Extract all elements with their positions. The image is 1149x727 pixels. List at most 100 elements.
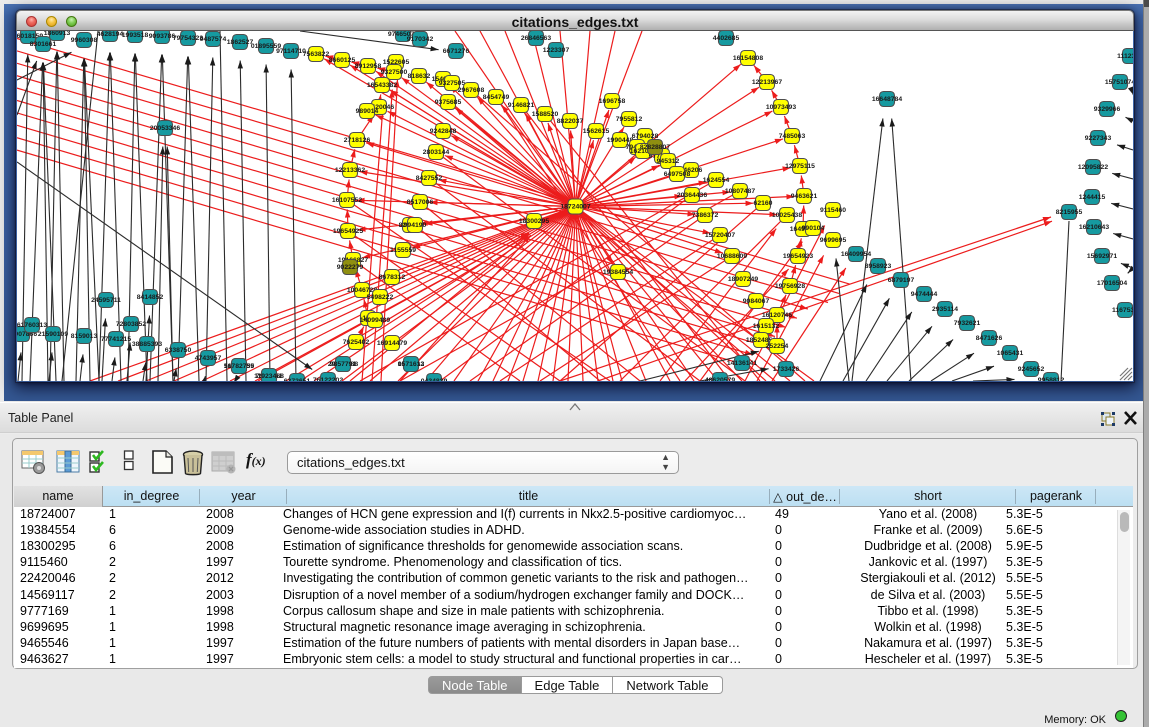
svg-text:4402685: 4402685 <box>713 35 740 42</box>
svg-text:8822037: 8822037 <box>557 118 584 125</box>
svg-text:6372651: 6372651 <box>284 378 311 381</box>
svg-text:24595711: 24595711 <box>91 297 121 304</box>
svg-text:1571612: 1571612 <box>398 361 425 368</box>
svg-text:19654923: 19654923 <box>783 253 813 260</box>
svg-text:21590109: 21590109 <box>38 331 68 338</box>
svg-text:1860913: 1860913 <box>44 31 71 37</box>
svg-text:1155559: 1155559 <box>390 247 416 254</box>
svg-text:8912958: 8912958 <box>355 63 382 70</box>
svg-text:9474444: 9474444 <box>911 291 938 298</box>
svg-text:2935114: 2935114 <box>932 306 958 313</box>
svg-text:19654925: 19654925 <box>333 228 363 235</box>
svg-text:1223307: 1223307 <box>543 47 570 54</box>
svg-text:8958923: 8958923 <box>865 263 892 270</box>
svg-text:8414852: 8414852 <box>137 294 164 301</box>
svg-text:1615132: 1615132 <box>753 323 780 330</box>
svg-text:6338750: 6338750 <box>165 347 192 354</box>
svg-text:61760313: 61760313 <box>17 322 47 329</box>
svg-text:6497508: 6497508 <box>664 171 691 178</box>
svg-text:6879197: 6879197 <box>888 277 915 284</box>
svg-text:20053346: 20053346 <box>150 125 180 132</box>
svg-text:7932621: 7932621 <box>954 320 981 327</box>
svg-text:18300295: 18300295 <box>519 218 549 225</box>
svg-text:62160: 62160 <box>754 200 773 207</box>
svg-text:9463621: 9463621 <box>791 193 818 200</box>
svg-text:79754323: 79754323 <box>173 35 203 42</box>
svg-text:9958812: 9958812 <box>1038 377 1065 381</box>
svg-text:14136141: 14136141 <box>727 360 757 367</box>
svg-text:26846563: 26846563 <box>521 35 551 42</box>
svg-text:9242848: 9242848 <box>430 128 457 135</box>
svg-text:16914479: 16914479 <box>377 340 407 347</box>
svg-text:1562615: 1562615 <box>583 128 610 135</box>
svg-text:76122202: 76122202 <box>313 377 343 381</box>
svg-text:1624554: 1624554 <box>703 177 730 184</box>
svg-text:9245652: 9245652 <box>1018 366 1045 373</box>
svg-text:10025438: 10025438 <box>772 212 802 219</box>
svg-text:18724007: 18724007 <box>560 204 590 211</box>
svg-text:9327505: 9327505 <box>439 80 466 87</box>
svg-text:16107552: 16107552 <box>332 197 362 204</box>
svg-text:818632: 818632 <box>408 73 431 80</box>
svg-text:1244415: 1244415 <box>1079 194 1106 201</box>
svg-text:9487574: 9487574 <box>200 36 227 43</box>
svg-text:2803144: 2803144 <box>423 149 450 156</box>
svg-text:9857791: 9857791 <box>330 361 357 368</box>
svg-text:8471626: 8471626 <box>976 335 1003 342</box>
svg-text:38885393: 38885393 <box>132 341 162 348</box>
svg-text:1588520: 1588520 <box>532 111 559 118</box>
svg-text:9329966: 9329966 <box>1094 106 1121 113</box>
svg-text:10688609: 10688609 <box>717 253 747 260</box>
svg-text:9960308: 9960308 <box>71 37 98 44</box>
svg-text:12213967: 12213967 <box>752 79 782 86</box>
svg-text:9170342: 9170342 <box>407 36 434 43</box>
svg-text:7386372: 7386372 <box>692 212 719 219</box>
svg-text:19756928: 19756928 <box>775 283 805 290</box>
svg-text:12975115: 12975115 <box>785 163 815 170</box>
svg-text:17016504: 17016504 <box>1097 280 1127 287</box>
svg-text:8678312: 8678312 <box>379 274 406 281</box>
svg-text:7485063: 7485063 <box>779 133 806 140</box>
svg-text:4628194: 4628194 <box>97 31 124 38</box>
svg-text:8427552: 8427552 <box>416 175 443 182</box>
svg-text:97114710: 97114710 <box>276 48 306 55</box>
svg-text:8660125: 8660125 <box>329 57 356 64</box>
svg-text:252254: 252254 <box>766 343 789 350</box>
svg-text:994190: 994190 <box>404 222 427 229</box>
svg-text:1993518: 1993518 <box>122 32 149 39</box>
svg-text:15751074: 15751074 <box>1105 79 1133 86</box>
svg-text:5498222: 5498222 <box>367 294 394 301</box>
svg-text:1862527: 1862527 <box>227 39 254 46</box>
svg-text:9084067: 9084067 <box>743 298 770 305</box>
svg-text:12213362: 12213362 <box>335 167 365 174</box>
svg-text:20364436: 20364436 <box>677 192 707 199</box>
svg-text:9699695: 9699695 <box>820 237 847 244</box>
svg-text:8301661: 8301661 <box>30 41 57 48</box>
svg-text:16543382: 16543382 <box>367 82 397 89</box>
svg-text:15720407: 15720407 <box>705 232 735 239</box>
svg-text:0434839: 0434839 <box>421 378 448 381</box>
svg-text:9327500: 9327500 <box>381 69 408 76</box>
svg-text:8159013: 8159013 <box>71 333 98 340</box>
svg-text:48620579: 48620579 <box>705 377 735 381</box>
svg-text:945312: 945312 <box>657 158 680 165</box>
svg-text:8517006: 8517006 <box>407 199 434 206</box>
svg-text:16210643: 16210643 <box>1079 224 1109 231</box>
svg-text:11923468: 11923468 <box>254 373 284 380</box>
svg-text:12095822: 12095822 <box>1078 164 1108 171</box>
svg-text:19384554: 19384554 <box>603 269 633 276</box>
svg-text:1065431: 1065431 <box>997 350 1024 357</box>
svg-text:82828807: 82828807 <box>640 144 670 151</box>
svg-text:7563822: 7563822 <box>303 51 330 58</box>
svg-text:2718126: 2718126 <box>344 137 371 144</box>
svg-text:4743957: 4743957 <box>195 355 222 362</box>
svg-text:15692971: 15692971 <box>1087 253 1117 260</box>
svg-text:16409954: 16409954 <box>841 251 871 258</box>
svg-text:16782759: 16782759 <box>224 363 254 370</box>
svg-text:8215955: 8215955 <box>1056 209 1083 216</box>
svg-text:7625402: 7625402 <box>343 339 370 346</box>
svg-text:9375685: 9375685 <box>435 99 462 106</box>
svg-text:10807487: 10807487 <box>725 188 755 195</box>
svg-text:2967608: 2967608 <box>458 87 485 94</box>
svg-text:77741215: 77741215 <box>101 336 131 343</box>
